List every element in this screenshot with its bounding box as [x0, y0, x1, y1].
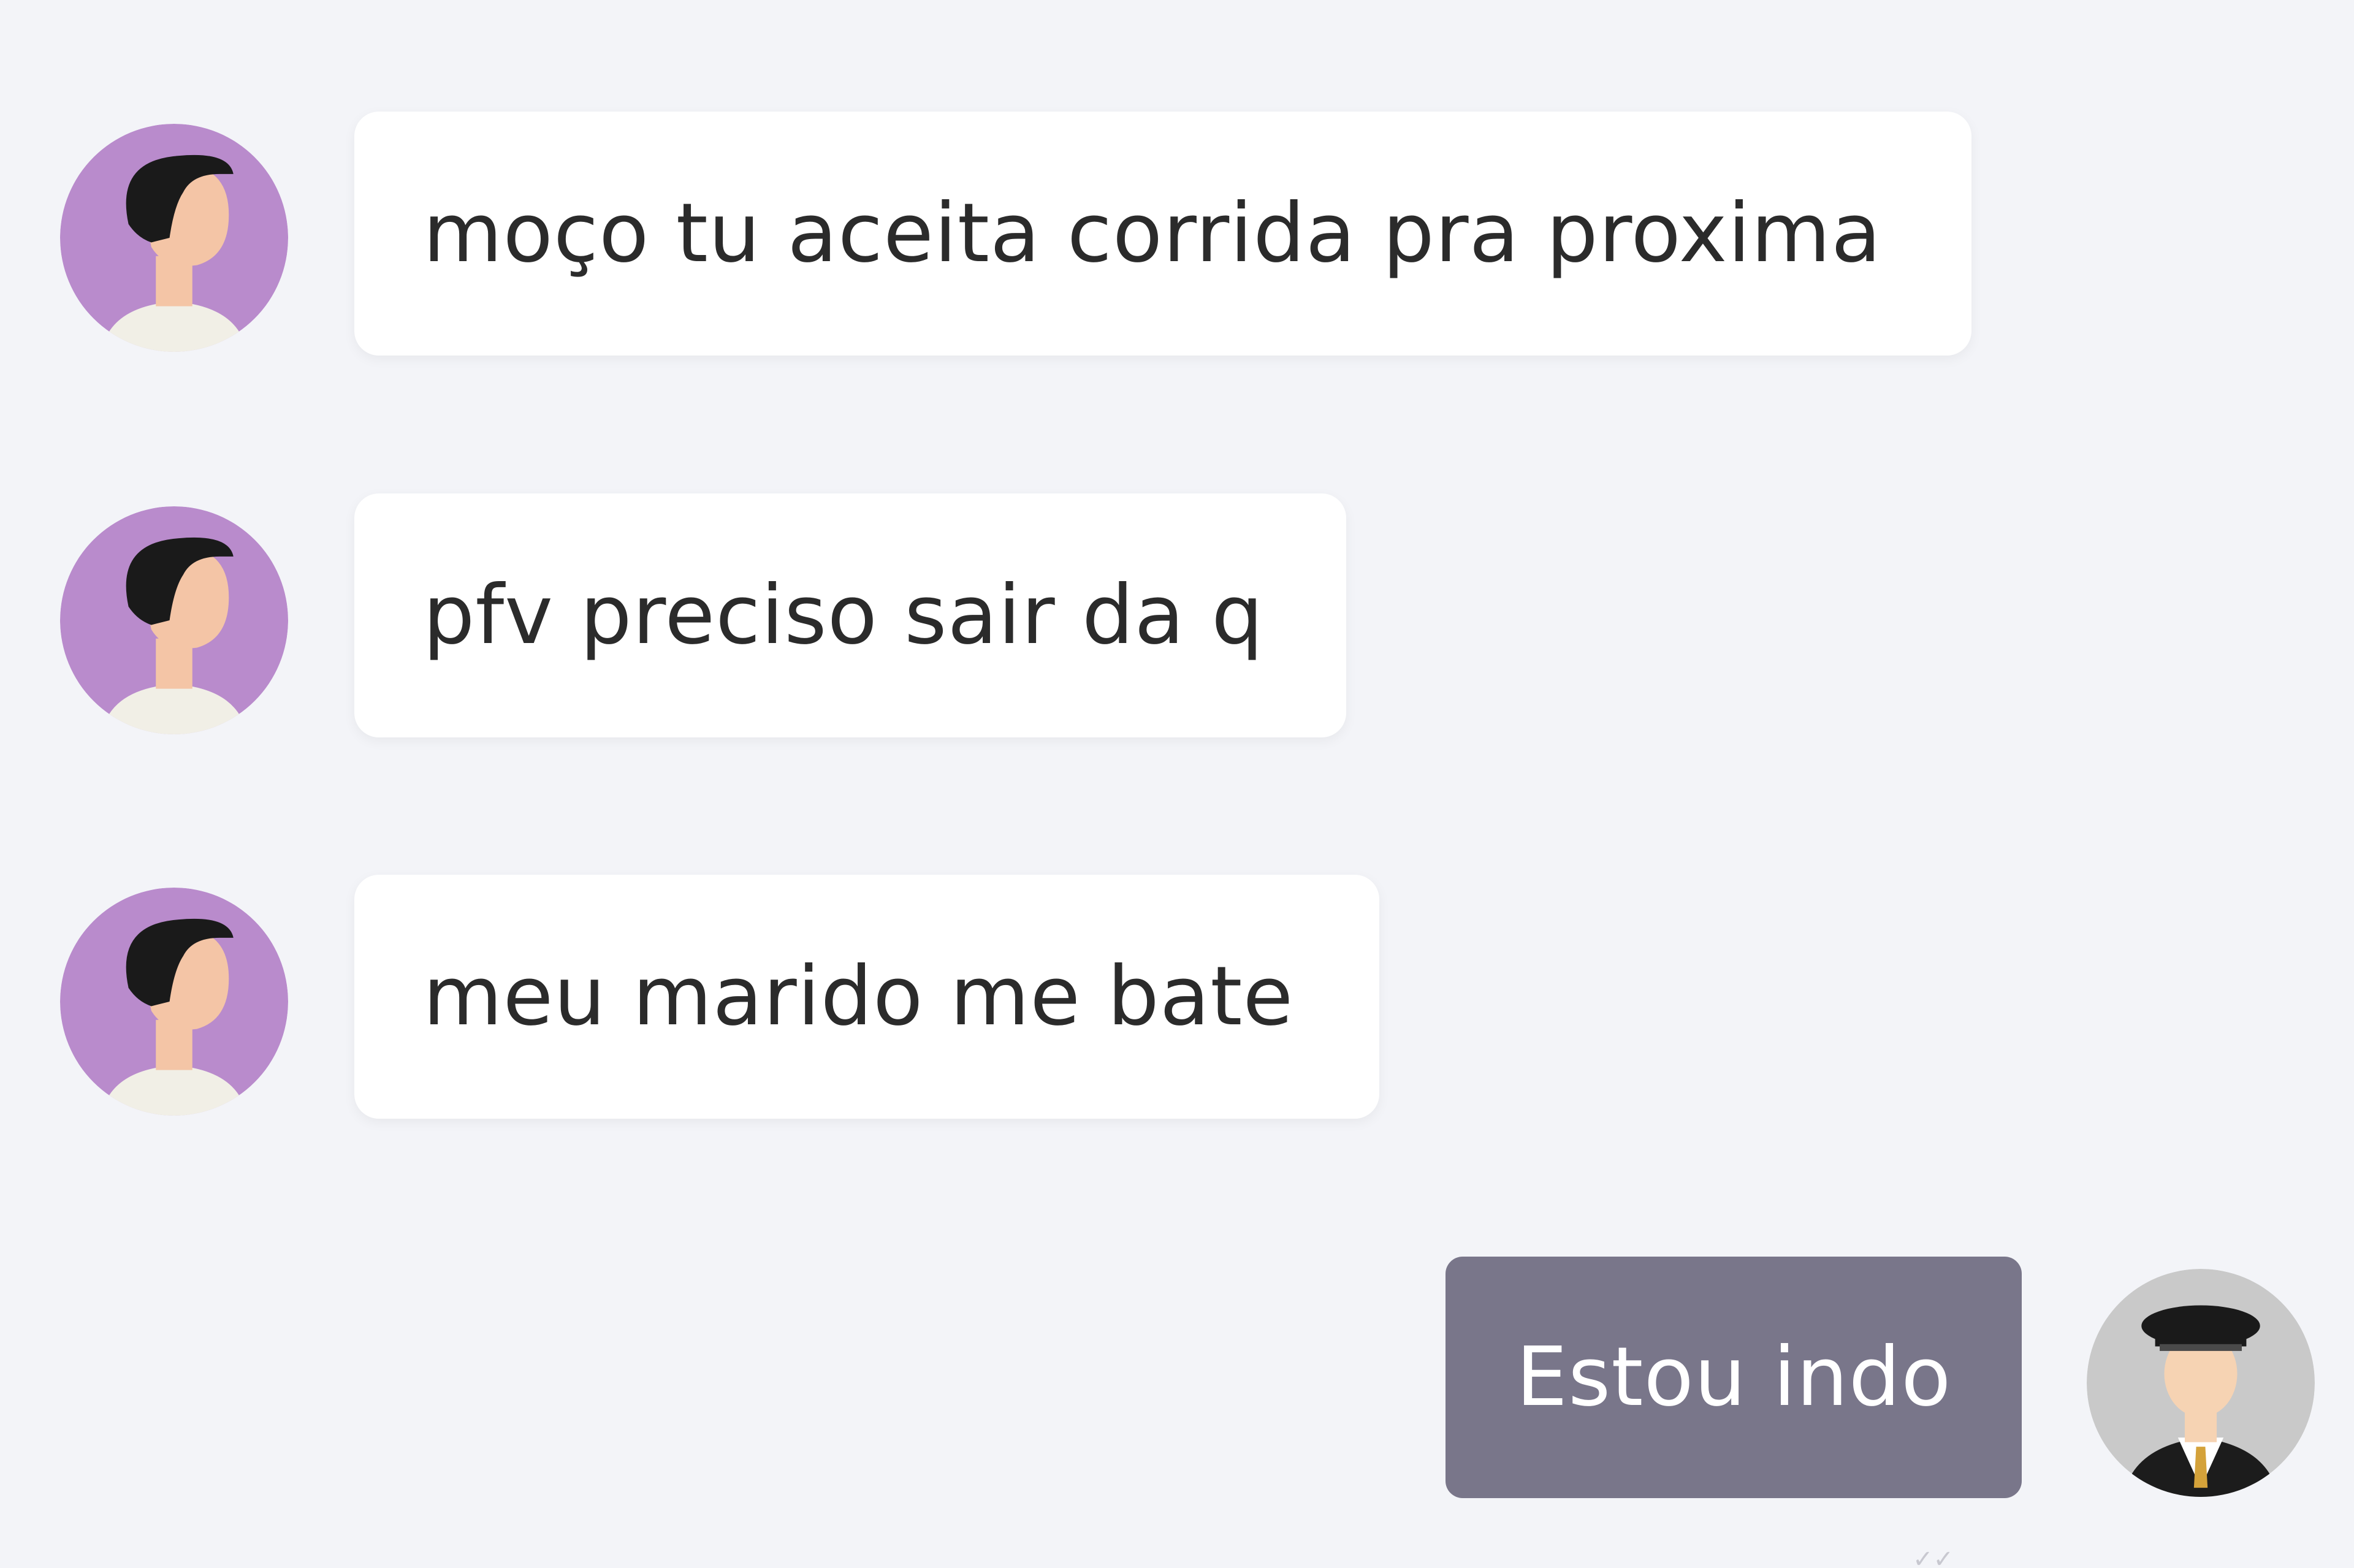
- message-text: meu marido me bate: [423, 950, 1294, 1044]
- message-bubble-outgoing[interactable]: Estou indo: [1446, 1257, 2022, 1498]
- message-bubble-incoming[interactable]: moço tu aceita corrida pra proxima: [354, 112, 1971, 356]
- passenger-avatar-icon: [60, 888, 288, 1116]
- message-bubble-incoming[interactable]: pfv preciso sair da q: [354, 493, 1346, 737]
- message-text: pfv preciso sair da q: [423, 568, 1264, 663]
- passenger-avatar-icon: [60, 124, 288, 352]
- driver-avatar-icon: [2087, 1269, 2315, 1497]
- message-bubble-incoming[interactable]: meu marido me bate: [354, 875, 1379, 1119]
- passenger-avatar[interactable]: [60, 124, 288, 352]
- message-text: Estou indo: [1516, 1330, 1952, 1425]
- passenger-avatar-icon: [60, 506, 288, 734]
- chat-thread: moço tu aceita corrida pra proxima pfv p…: [0, 0, 2354, 1568]
- passenger-avatar[interactable]: [60, 888, 288, 1116]
- read-status-icon: ✓✓: [1913, 1551, 1954, 1568]
- message-text: moço tu aceita corrida pra proxima: [423, 186, 1882, 281]
- driver-avatar[interactable]: [2087, 1269, 2315, 1497]
- passenger-avatar[interactable]: [60, 506, 288, 734]
